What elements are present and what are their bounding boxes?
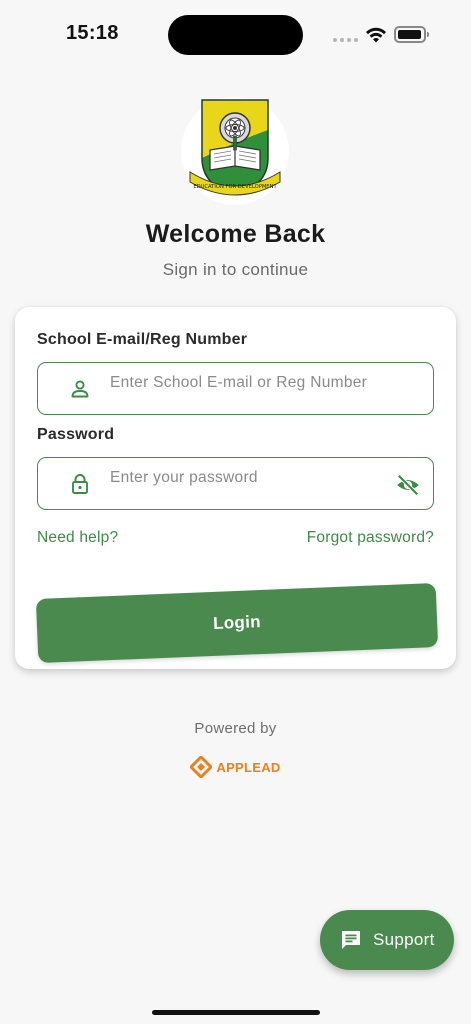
support-button[interactable]: Support	[320, 910, 454, 970]
page-subtitle: Sign in to continue	[162, 260, 309, 279]
password-field[interactable]	[37, 457, 434, 510]
person-icon	[71, 380, 89, 398]
page-title: Welcome Back	[145, 220, 326, 248]
status-time: 15:18	[66, 22, 119, 44]
login-card: School E-mail/Reg Number Password Need h…	[15, 307, 456, 669]
status-bar: 15:18	[0, 0, 471, 70]
battery-icon	[394, 26, 429, 43]
home-indicator[interactable]	[152, 1010, 320, 1015]
cellular-signal-icon	[333, 38, 358, 42]
eye-off-icon[interactable]	[395, 472, 421, 498]
password-label: Password	[37, 426, 115, 443]
password-input[interactable]	[110, 468, 390, 488]
login-button[interactable]: Login	[35, 582, 439, 664]
powered-by-text: Powered by	[194, 720, 277, 737]
school-crest-logo: EDUCATION FOR DEVELOPMENT	[181, 97, 289, 205]
applead-logo: APPLEAD	[0, 756, 471, 778]
lock-icon	[72, 474, 88, 494]
applead-diamond-icon	[190, 756, 213, 778]
need-help-link[interactable]: Need help?	[37, 529, 118, 547]
wifi-icon	[366, 27, 386, 43]
dynamic-island	[168, 15, 303, 55]
brand-name: APPLEAD	[216, 759, 281, 775]
forgot-password-link[interactable]: Forgot password?	[307, 529, 434, 547]
email-label: School E-mail/Reg Number	[37, 331, 248, 348]
email-field[interactable]	[37, 362, 434, 415]
support-label: Support	[373, 930, 435, 949]
email-input[interactable]	[110, 373, 390, 393]
svg-text:EDUCATION FOR DEVELOPMENT: EDUCATION FOR DEVELOPMENT	[193, 184, 277, 190]
chat-icon	[342, 931, 360, 949]
